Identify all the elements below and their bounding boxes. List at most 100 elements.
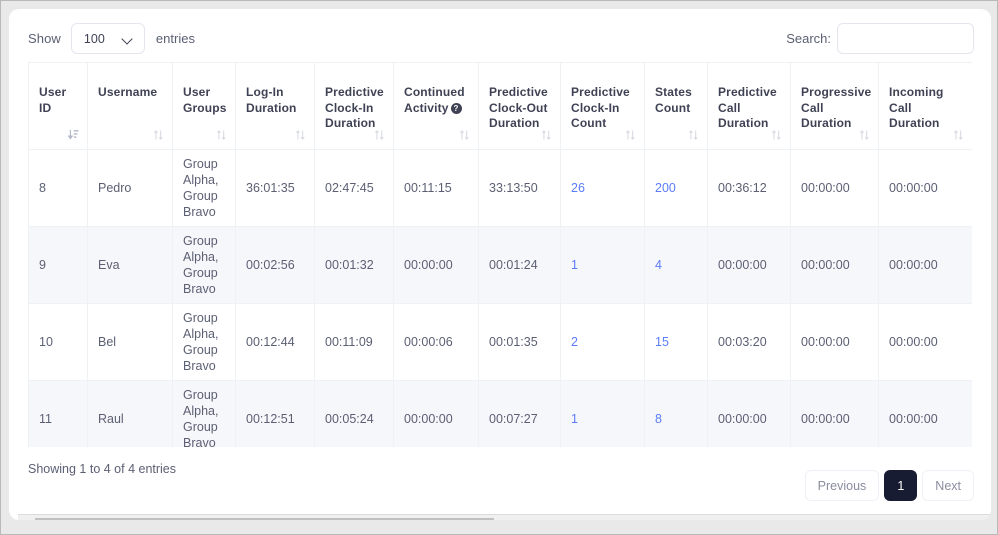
scrollbar-thumb[interactable] [35, 517, 494, 520]
cell-content: 8 [39, 181, 46, 195]
cell-continued-activity: 00:00:06 [393, 303, 479, 381]
sort-icon[interactable] [688, 129, 699, 141]
cell-username: Raul [87, 380, 173, 447]
table-row[interactable]: 9 Eva Group Alpha, Group Bravo 00:02:56 00:0… [28, 226, 972, 304]
sort-icon[interactable] [153, 129, 164, 141]
cell-content: Raul [98, 412, 124, 426]
sort-icon[interactable] [953, 129, 964, 141]
table-header-label: Predictive Clock-Out Duration [489, 85, 548, 130]
table-header-label: Log-In Duration [246, 85, 297, 115]
sort-icon[interactable] [295, 129, 306, 141]
table-header-cell-6[interactable]: Predictive Clock-Out Duration [478, 62, 561, 150]
pagination-previous-button[interactable]: Previous [804, 470, 880, 501]
cell-username: Bel [87, 303, 173, 381]
pagination-page-1-button[interactable]: 1 [884, 470, 918, 501]
table-header-cell-9[interactable]: Predictive Call Duration [707, 62, 791, 150]
horizontal-scrollbar[interactable] [18, 514, 991, 520]
cell-states-count-link[interactable]: 4 [655, 257, 662, 273]
cell-content: 00:00:00 [801, 412, 850, 426]
cell-incoming-call-duration: 00:00:00 [878, 303, 972, 381]
table-header-label: Predictive Clock-In Count [571, 85, 630, 130]
sort-icon[interactable] [541, 129, 552, 141]
cell-content: 00:11:15 [404, 181, 452, 195]
sort-icon[interactable] [459, 129, 470, 141]
table-info: Showing 1 to 4 of 4 entries [28, 462, 177, 476]
cell-content: 10 [39, 335, 53, 349]
cell-predictive-clock-out-duration: 00:01:24 [478, 226, 561, 304]
cell-predictive-clock-in-count-link[interactable]: 1 [571, 257, 578, 273]
table-header-label: Incoming Call Duration [889, 85, 944, 130]
caret-right-icon[interactable] [981, 516, 991, 521]
sort-icon[interactable] [771, 129, 782, 141]
cell-content: 26 [571, 150, 634, 226]
cell-content: 00:00:00 [801, 335, 850, 349]
search-label: Search: [786, 31, 831, 46]
table-header-cell-5[interactable]: Continued Activity? [393, 62, 479, 150]
table-body: 8 Pedro Group Alpha, Group Bravo 36:01:35 02… [28, 149, 972, 447]
cell-predictive-clock-in-duration: 00:11:09 [314, 303, 394, 381]
chevron-down-icon [122, 33, 134, 45]
cell-content: 00:02:56 [246, 258, 295, 272]
search-input[interactable] [837, 23, 974, 54]
cell-predictive-clock-in-count-link[interactable]: 26 [571, 180, 585, 196]
cell-predictive-clock-in-count-link[interactable]: 1 [571, 411, 578, 427]
table-header-cell-0[interactable]: User ID [28, 62, 88, 150]
table-header-cell-11[interactable]: Incoming Call Duration [878, 62, 972, 150]
sort-amount-desc-icon[interactable] [67, 129, 79, 141]
table-header-cell-7[interactable]: Predictive Clock-In Count [560, 62, 645, 150]
table-scroll-container: User ID Username User Groups Log-In Duratio… [28, 62, 972, 447]
cell-user-groups: Group Alpha, Group Bravo [172, 149, 236, 227]
cell-content: 00:00:00 [404, 412, 453, 426]
page-length-select[interactable]: 100 [70, 23, 145, 54]
cell-login-duration: 00:12:51 [235, 380, 315, 447]
cell-states-count-link[interactable]: 15 [655, 334, 669, 350]
cell-states-count-link[interactable]: 8 [655, 411, 662, 427]
cell-predictive-clock-in-count: 2 [560, 303, 645, 381]
cell-states-count-link[interactable]: 200 [655, 180, 676, 196]
cell-content: 15 [655, 304, 697, 380]
table-header-label: User ID [39, 85, 67, 115]
table-row[interactable]: 8 Pedro Group Alpha, Group Bravo 36:01:35 02… [28, 149, 972, 227]
table-header-cell-2[interactable]: User Groups [172, 62, 236, 150]
cell-user-groups: Group Alpha, Group Bravo [172, 226, 236, 304]
cell-content: 200 [655, 150, 697, 226]
page-length-control: Show 100 entries [28, 23, 195, 54]
cell-user-id: 10 [28, 303, 88, 381]
cell-content: Group Alpha, Group Bravo [183, 234, 219, 296]
cell-predictive-clock-in-count: 1 [560, 226, 645, 304]
table-header-label: Username [98, 85, 158, 99]
table-header-cell-4[interactable]: Predictive Clock-In Duration [314, 62, 394, 150]
cell-content: 1 [571, 227, 634, 303]
sort-icon[interactable] [859, 129, 870, 141]
table-header-cell-8[interactable]: States Count [644, 62, 708, 150]
table-row[interactable]: 11 Raul Group Alpha, Group Bravo 00:12:51 00… [28, 380, 972, 447]
help-question-icon[interactable]: ? [450, 102, 462, 114]
table-header-row: User ID Username User Groups Log-In Duratio… [28, 62, 972, 150]
cell-progressive-call-duration: 00:00:00 [790, 149, 879, 227]
cell-content: 00:00:00 [801, 258, 850, 272]
page-length-value: 100 [83, 31, 105, 46]
cell-predictive-clock-in-duration: 02:47:45 [314, 149, 394, 227]
table-header-cell-10[interactable]: Progressive Call Duration [790, 62, 879, 150]
caret-left-icon[interactable] [18, 516, 35, 521]
sort-icon[interactable] [216, 129, 227, 141]
scrollbar-track[interactable] [35, 517, 981, 520]
sort-icon[interactable] [374, 129, 385, 141]
table-row[interactable]: 10 Bel Group Alpha, Group Bravo 00:12:44 00:… [28, 303, 972, 381]
cell-progressive-call-duration: 00:00:00 [790, 380, 879, 447]
table-header-cell-1[interactable]: Username [87, 62, 173, 150]
cell-login-duration: 00:02:56 [235, 226, 315, 304]
cell-user-groups: Group Alpha, Group Bravo [172, 303, 236, 381]
cell-predictive-clock-in-count-link[interactable]: 2 [571, 334, 578, 350]
table-header-cell-3[interactable]: Log-In Duration [235, 62, 315, 150]
cell-login-duration: 36:01:35 [235, 149, 315, 227]
sort-icon[interactable] [625, 129, 636, 141]
pagination-next-button[interactable]: Next [922, 470, 974, 501]
cell-progressive-call-duration: 00:00:00 [790, 226, 879, 304]
cell-content: 00:00:00 [889, 412, 938, 426]
cell-content: 00:00:00 [718, 412, 767, 426]
cell-user-groups: Group Alpha, Group Bravo [172, 380, 236, 447]
cell-content: 00:03:20 [718, 335, 767, 349]
table-header-label: States Count [655, 85, 692, 115]
cell-content: 00:00:00 [801, 181, 850, 195]
